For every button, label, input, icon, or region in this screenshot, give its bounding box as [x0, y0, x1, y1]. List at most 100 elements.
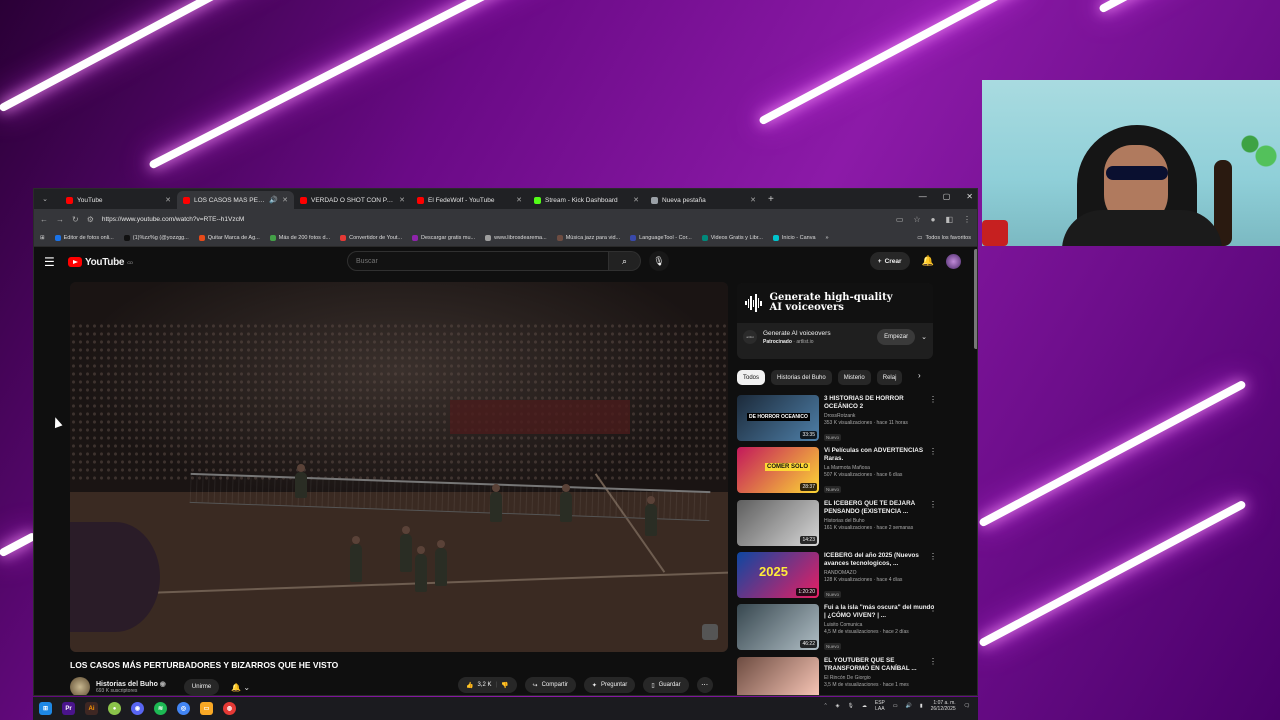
recommendation-item[interactable]: 2025 1:20:20 ICEBERG del año 2025 (Nuevo… [737, 552, 937, 600]
star-icon[interactable]: ☆ [913, 215, 920, 224]
windows-start-icon[interactable]: ⊞ [39, 702, 52, 715]
video-thumbnail[interactable]: 46:22 [737, 604, 819, 650]
tab[interactable]: El FedeWolf - YouTube ✕ [411, 191, 528, 209]
mic-icon[interactable]: 🎙 [848, 703, 854, 709]
bookmark[interactable]: www.librosdearema... [485, 234, 547, 241]
back-icon[interactable]: ← [40, 215, 48, 224]
tab-active[interactable]: LOS CASOS MÁS PERTURBA🔊 ✕ [177, 191, 294, 209]
chip-relajante[interactable]: Relaj [876, 370, 903, 385]
recommendation-channel[interactable]: Historias del Buho [824, 518, 937, 524]
tab[interactable]: Nueva pestaña ✕ [645, 191, 762, 209]
more-options-icon[interactable]: ⋮ [929, 500, 937, 509]
forward-icon[interactable]: → [56, 215, 64, 224]
recommendation-item[interactable]: 14:23 EL ICEBERG QUE TE DEJARÁ PENSANDO … [737, 500, 937, 548]
url-field[interactable]: https://www.youtube.com/watch?v=RTE--h1V… [102, 216, 888, 223]
recommendation-title[interactable]: Vi Películas con ADVERTENCIAS Raras. [824, 447, 937, 463]
chip-misterio[interactable]: Misterio [837, 370, 871, 385]
reload-icon[interactable]: ↻ [72, 215, 79, 224]
more-options-icon[interactable]: ⋮ [929, 395, 937, 404]
video-thumbnail[interactable]: 14:23 [737, 500, 819, 546]
chip-all[interactable]: Todos [737, 370, 766, 385]
sponsored-ad[interactable]: Generate high-quality AI voiceovers artl… [737, 283, 933, 359]
join-button[interactable]: Unirme [183, 679, 220, 695]
subscription-bell-icon[interactable]: 🔔 ⌄ [231, 683, 250, 692]
monitor-icon[interactable]: ▭ [893, 703, 898, 709]
chip-historias[interactable]: Historias del Buho [771, 370, 832, 385]
like-dislike-button[interactable]: 👍 3,2 K | 👎 [458, 677, 517, 693]
language-indicator[interactable]: ESP LAA [875, 700, 885, 712]
more-bookmarks-icon[interactable]: » [826, 235, 829, 241]
more-options-icon[interactable]: ⋮ [929, 604, 937, 613]
chevron-up-icon[interactable]: ⌃ [823, 703, 827, 709]
thumbs-up-icon[interactable]: 👍 [466, 682, 473, 689]
video-player[interactable] [70, 282, 728, 652]
search-button[interactable]: ⌕ [609, 251, 641, 271]
recommendation-title[interactable]: EL ICEBERG QUE TE DEJARÁ PENSANDO (EXIST… [824, 500, 937, 516]
tab-search-icon[interactable]: ⌄ [38, 192, 52, 206]
avatar[interactable] [946, 253, 961, 269]
bookmark[interactable]: Descargar gratis mu... [412, 234, 475, 241]
tab[interactable]: VERDAD O SHOT CON PADRES✕ [294, 191, 411, 209]
channel-avatar[interactable] [70, 677, 90, 695]
close-tab-icon[interactable]: ✕ [165, 196, 171, 204]
youtube-logo[interactable]: YouTube CO [68, 257, 133, 268]
search-input[interactable] [347, 251, 609, 271]
file-explorer-icon[interactable]: ▭ [200, 702, 213, 715]
discord-icon[interactable]: ◉ [131, 702, 144, 715]
more-options-icon[interactable]: ⋮ [929, 447, 937, 456]
clock[interactable]: 1:07 a. m. 26/12/2025 [931, 700, 956, 712]
more-options-icon[interactable]: ⋮ [929, 552, 937, 561]
recommendation-title[interactable]: 3 HISTORIAS DE HORROR OCEÁNICO 2 [824, 395, 937, 411]
video-thumbnail[interactable]: 2025 1:20:20 [737, 552, 819, 598]
tab[interactable]: Stream - Kick Dashboard ✕ [528, 191, 645, 209]
recommendation-title[interactable]: Fui a la isla "más oscura" del mundo | ¿… [824, 604, 937, 620]
bookmark[interactable]: Editor de fotos onli... [54, 234, 114, 241]
menu-icon[interactable]: ⋮ [963, 215, 971, 224]
bookmark[interactable]: LanguageTool - Cor... [630, 234, 692, 241]
illustrator-icon[interactable]: Ai [85, 702, 98, 715]
recommendation-title[interactable]: EL YOUTUBER QUE SE TRANSFORMÓ EN CANÍBAL… [824, 657, 937, 673]
bookmark[interactable]: Convertidor de Yout... [340, 234, 402, 241]
video-thumbnail[interactable]: COMER SOLO 28:37 [737, 447, 819, 493]
maximize-icon[interactable]: ▢ [943, 192, 951, 201]
close-tab-icon[interactable]: ✕ [633, 196, 639, 204]
voice-search-button[interactable]: 🎙 [649, 251, 669, 271]
premiere-icon[interactable]: Pr [62, 702, 75, 715]
video-thumbnail[interactable] [737, 657, 819, 695]
recommendation-title[interactable]: ICEBERG del año 2025 (Nuevos avances tec… [824, 552, 937, 568]
speaker-icon[interactable]: 🔊 [269, 196, 278, 204]
app-icon[interactable]: ● [108, 702, 121, 715]
spotify-icon[interactable]: ≋ [154, 702, 167, 715]
ask-button[interactable]: ✦ Preguntar [583, 677, 636, 693]
chevron-down-icon[interactable]: ⌄ [921, 333, 927, 341]
notifications-bell-icon[interactable]: 🔔 [922, 256, 934, 267]
close-tab-icon[interactable]: ✕ [516, 196, 522, 204]
channel-watermark-icon[interactable] [702, 624, 718, 640]
notification-icon[interactable]: 🗨 [964, 703, 970, 709]
all-bookmarks[interactable]: ▭ Todos los favoritos [917, 235, 971, 241]
chrome-icon[interactable]: ◎ [177, 702, 190, 715]
bookmark[interactable]: Inicio - Canva [772, 234, 816, 241]
thumbs-down-icon[interactable]: 👎 [501, 682, 508, 689]
more-actions-icon[interactable]: ⋯ [696, 677, 713, 693]
puzzle-icon[interactable]: ◧ [945, 215, 953, 224]
recommendation-channel[interactable]: DrossRotzank [824, 413, 937, 419]
recommendation-item[interactable]: EL YOUTUBER QUE SE TRANSFORMÓ EN CANÍBAL… [737, 657, 937, 695]
volume-icon[interactable]: 🔊 [906, 703, 912, 709]
bookmark[interactable]: (1)%zz%g (@yozzgg... [123, 234, 189, 241]
channel-name[interactable]: Historias del Buho ◉ [96, 680, 166, 688]
cloud-icon[interactable]: ☁ [862, 703, 867, 709]
bookmark[interactable]: Videos Gratis y Libr... [701, 234, 763, 241]
more-options-icon[interactable]: ⋮ [929, 657, 937, 666]
minimize-icon[interactable]: — [919, 192, 927, 201]
bookmark[interactable]: Más de 200 fotos d... [269, 234, 330, 241]
cast-icon[interactable]: ▭ [896, 215, 904, 224]
close-window-icon[interactable]: ✕ [966, 192, 973, 201]
bookmark[interactable]: Música jazz para vid... [556, 234, 620, 241]
create-button[interactable]: + Crear [869, 252, 910, 270]
ad-cta-button[interactable]: Empezar [877, 329, 916, 345]
close-tab-icon[interactable]: ✕ [399, 196, 405, 204]
new-tab-button[interactable]: + [768, 194, 774, 205]
recommendation-item[interactable]: DE HORROR OCEANICO 33:35 3 HISTORIAS DE … [737, 395, 937, 443]
close-tab-icon[interactable]: ✕ [282, 196, 288, 204]
